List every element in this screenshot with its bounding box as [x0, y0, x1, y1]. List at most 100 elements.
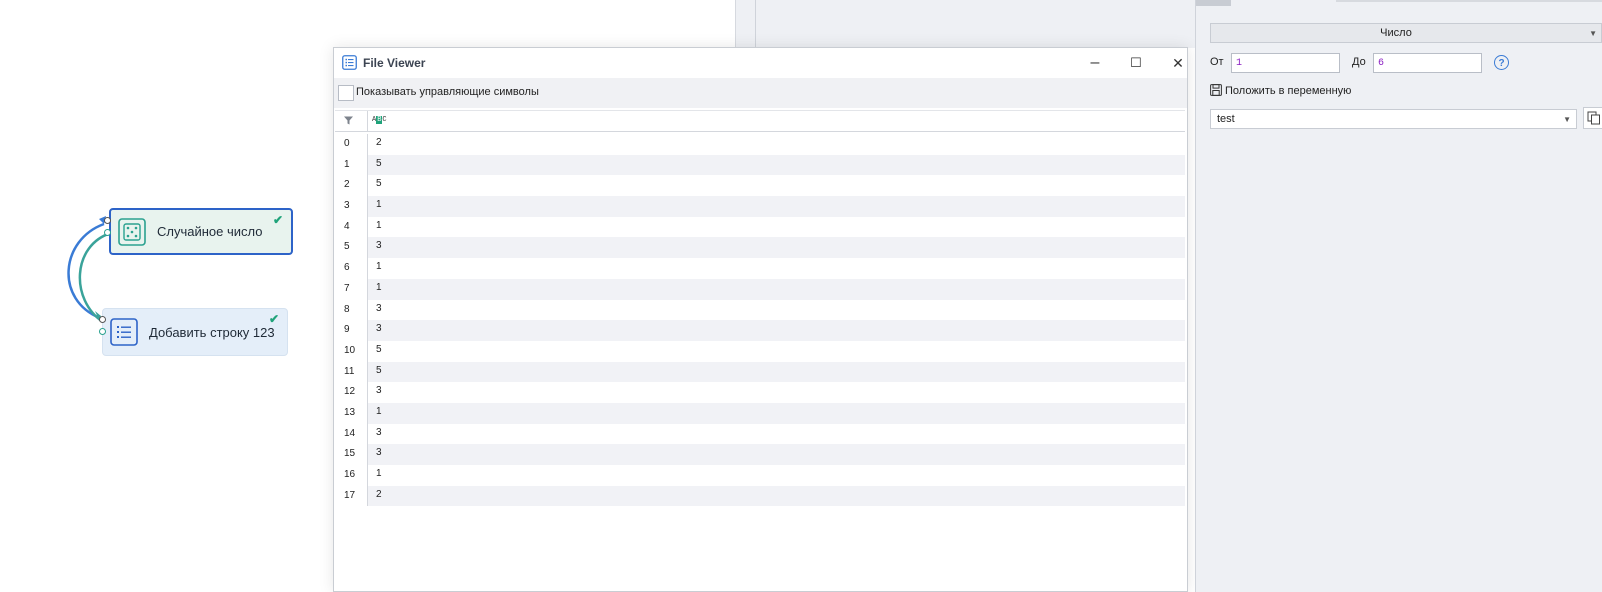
table-cell[interactable]: 5	[367, 154, 1185, 176]
table-cell[interactable]: 1	[367, 216, 1185, 238]
type-select[interactable]: Число ▼	[1210, 23, 1602, 43]
node-add-row[interactable]: Добавить строку 123 ✔	[102, 308, 288, 356]
table-cell[interactable]: 5	[367, 340, 1185, 362]
cell-value: 1	[376, 199, 382, 211]
table-cell[interactable]: 3	[367, 382, 1185, 403]
cell-value: 5	[376, 343, 382, 355]
check-icon: ✔	[272, 213, 283, 227]
cell-value: 5	[376, 157, 382, 169]
table-cell[interactable]: 3	[367, 320, 1185, 341]
cell-value: 3	[376, 302, 382, 314]
table-row[interactable]: 3 14	[335, 423, 1185, 445]
table-row[interactable]: 17	[335, 278, 1185, 300]
cell-value: 2	[376, 137, 382, 148]
node-random-number[interactable]: Случайное число ✔	[109, 208, 293, 255]
cell-value: 3	[376, 426, 382, 438]
divider	[755, 0, 756, 48]
viewer-toolbar: Показывать управляющие символы	[334, 78, 1187, 108]
cell-value: 3	[376, 385, 382, 397]
cell-value: 3	[376, 447, 382, 459]
table-row[interactable]: 3 12	[335, 382, 1185, 403]
table-cell[interactable]: 1	[367, 258, 1185, 279]
to-input[interactable]: 6	[1373, 53, 1482, 73]
table-row[interactable]: 20	[335, 134, 1185, 155]
table-row[interactable]: 2 17	[335, 485, 1185, 507]
table-row[interactable]: 39	[335, 320, 1185, 341]
row-index: 10	[344, 344, 356, 356]
chevron-down-icon: ▼	[1563, 115, 1571, 124]
table-cell[interactable]: 1	[367, 402, 1185, 424]
table-row[interactable]: 14	[335, 216, 1185, 238]
row-index: 16	[344, 469, 356, 480]
node-input-port[interactable]	[104, 217, 111, 224]
copy-button[interactable]	[1583, 107, 1602, 129]
divider	[1336, 0, 1602, 2]
background-panel	[735, 0, 1196, 48]
table-row[interactable]: 5 11	[335, 361, 1185, 383]
panel-tab[interactable]	[1196, 0, 1231, 6]
table-row[interactable]: 51	[335, 154, 1185, 176]
table-row[interactable]: 13	[335, 196, 1185, 217]
maximize-button[interactable]: ☐	[1122, 52, 1150, 74]
table-cell[interactable]: 5	[367, 175, 1185, 197]
node-label: Случайное число	[157, 224, 263, 239]
title-bar[interactable]: File Viewer – ☐ ✕	[334, 48, 1187, 78]
table-row[interactable]: 3 15	[335, 444, 1185, 465]
row-index: 1	[344, 158, 350, 170]
to-label: До	[1352, 56, 1366, 68]
minimize-button[interactable]: –	[1081, 52, 1109, 74]
variable-select[interactable]: test ▼	[1210, 109, 1577, 129]
table-row[interactable]: 5 10	[335, 340, 1185, 362]
table-row[interactable]: 1 13	[335, 402, 1185, 424]
table-row[interactable]: 35	[335, 237, 1185, 259]
save-icon	[1210, 84, 1222, 99]
row-index: 3	[344, 200, 350, 212]
node-input-port[interactable]	[99, 316, 106, 323]
table-row[interactable]: 16	[335, 258, 1185, 279]
list-icon	[109, 317, 139, 347]
node-output-port[interactable]	[99, 328, 106, 335]
from-input[interactable]: 1	[1231, 53, 1340, 73]
node-output-port[interactable]	[104, 229, 111, 236]
row-index: 9	[344, 324, 350, 336]
file-viewer-window[interactable]: File Viewer – ☐ ✕ Показывать управляющие…	[333, 47, 1188, 592]
variable-select-value: test	[1217, 113, 1235, 125]
table-row[interactable]: 52	[335, 175, 1185, 197]
table-cell[interactable]: 2	[367, 134, 1185, 155]
row-index: 11	[344, 365, 355, 377]
row-index: 5	[344, 241, 350, 253]
row-index: 15	[344, 448, 356, 460]
cell-value: 3	[376, 240, 382, 252]
table-cell[interactable]: 2	[367, 485, 1185, 507]
grid-header: ABC	[335, 110, 1185, 132]
node-label: Добавить строку 123	[149, 324, 275, 340]
show-control-chars-checkbox[interactable]	[338, 85, 354, 101]
row-index: 6	[344, 262, 350, 274]
table-cell[interactable]: 3	[367, 237, 1185, 259]
cell-value: 1	[376, 468, 382, 479]
cell-value: 1	[376, 281, 382, 293]
check-icon: ✔	[268, 312, 279, 326]
table-cell[interactable]: 1	[367, 196, 1185, 217]
table-cell[interactable]: 1	[367, 465, 1185, 486]
row-index: 17	[344, 489, 356, 501]
cell-value: 1	[376, 219, 382, 231]
table-row[interactable]: 1 16	[335, 465, 1185, 486]
text-type-icon[interactable]: ABC	[372, 116, 387, 124]
data-grid[interactable]: ABC 2 0 5 1 5 2 1 3 1 4 3 5 1 6 1 7 3 8 3 9 5 10 5 11 3 12 1 13 3 14 3…	[335, 110, 1185, 530]
table-cell[interactable]: 3	[367, 299, 1185, 321]
table-cell[interactable]: 5	[367, 361, 1185, 383]
row-index: 0	[344, 138, 350, 149]
close-button[interactable]: ✕	[1164, 52, 1192, 74]
table-cell[interactable]: 1	[367, 278, 1185, 300]
table-cell[interactable]: 3	[367, 423, 1185, 445]
help-icon[interactable]: ?	[1494, 55, 1509, 70]
properties-panel: Число ▼ От 1 До 6 ? Положить в переменну…	[1195, 0, 1602, 592]
cell-value: 1	[376, 405, 382, 417]
row-index: 12	[344, 386, 356, 398]
file-viewer-icon	[342, 55, 357, 73]
table-row[interactable]: 38	[335, 299, 1185, 321]
table-cell[interactable]: 3	[367, 444, 1185, 465]
filter-icon[interactable]	[343, 115, 354, 129]
cell-value: 1	[376, 261, 382, 273]
